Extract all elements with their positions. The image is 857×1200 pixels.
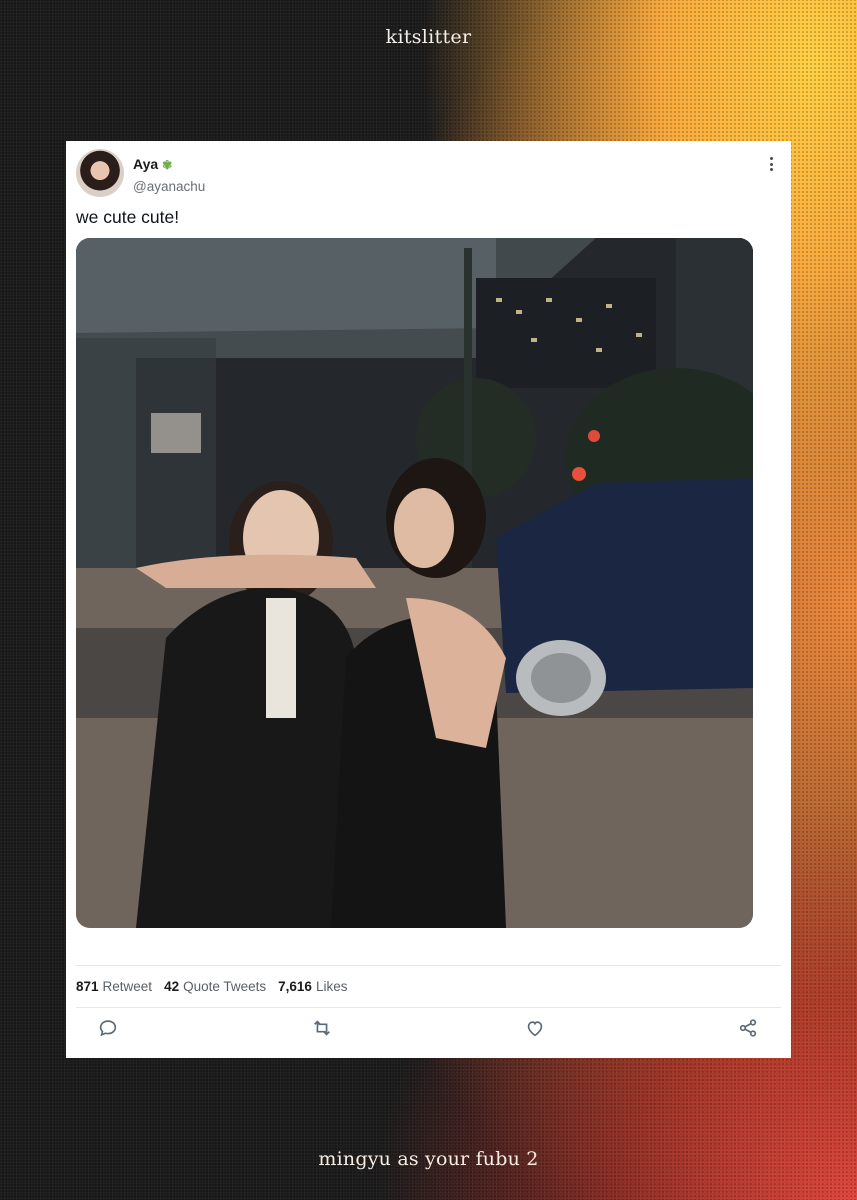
like-stat[interactable]: 7,616 Likes <box>278 979 347 994</box>
retweet-stat[interactable]: 871 Retweet <box>76 979 152 994</box>
more-options-button[interactable] <box>763 155 779 173</box>
user-handle[interactable]: @ayanachu <box>133 179 205 194</box>
display-name[interactable]: Aya ✾ <box>133 156 172 172</box>
divider <box>76 1007 781 1008</box>
quote-stat[interactable]: 42 Quote Tweets <box>164 979 266 994</box>
tweet-stats: 871 Retweet 42 Quote Tweets 7,616 Likes <box>76 979 347 994</box>
divider <box>76 965 781 966</box>
dot-icon <box>769 157 773 160</box>
page-footer: mingyu as your fubu 2 <box>318 1148 539 1170</box>
retweet-count: 871 <box>76 979 99 994</box>
page-header: kitslitter <box>385 26 472 48</box>
tweet-photo[interactable] <box>76 238 753 928</box>
sparkle-flower-icon: ✾ <box>162 158 173 172</box>
like-label: Likes <box>315 979 348 994</box>
tweet-actions <box>66 1017 791 1043</box>
tweet-card[interactable]: Aya ✾ @ayanachu we cute cute! 871 Retwee… <box>66 141 791 1058</box>
like-icon[interactable] <box>524 1017 546 1039</box>
quote-count: 42 <box>164 979 180 994</box>
retweet-label: Retweet <box>102 979 153 994</box>
dot-icon <box>769 168 773 171</box>
reply-icon[interactable] <box>97 1017 119 1039</box>
quote-label: Quote Tweets <box>183 979 267 994</box>
dot-icon <box>769 162 773 166</box>
retweet-icon[interactable] <box>311 1017 333 1039</box>
share-icon[interactable] <box>737 1017 759 1039</box>
display-name-text[interactable]: Aya <box>133 156 158 172</box>
tweet-text: we cute cute! <box>76 207 180 227</box>
avatar[interactable] <box>76 149 124 197</box>
photo-illustration <box>76 238 753 928</box>
like-count: 7,616 <box>278 979 312 994</box>
